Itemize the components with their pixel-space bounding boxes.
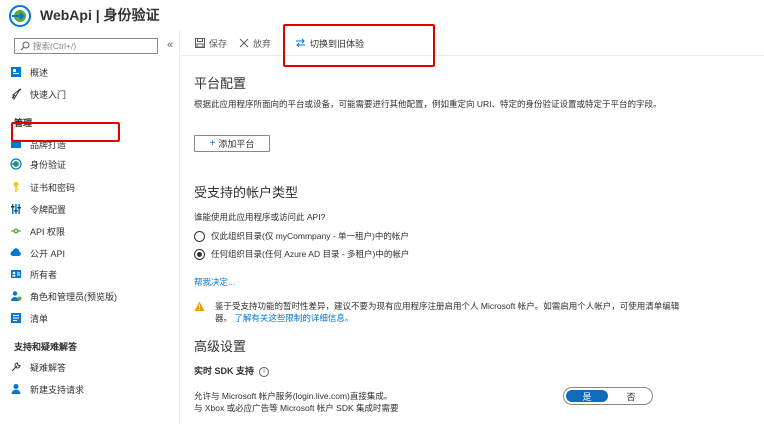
save-button[interactable]: 保存	[195, 36, 227, 50]
sidebar-item-roles-admins[interactable]: 角色和管理员(预览版)	[10, 287, 170, 305]
token-config-icon	[11, 204, 21, 214]
account-option-single-tenant[interactable]: 仅此组织目录(仅 myCommpany - 单一租户)中的帐户	[194, 230, 409, 242]
search-icon	[20, 41, 30, 51]
overview-icon	[11, 67, 21, 77]
manifest-icon	[11, 313, 21, 323]
sidebar-item-label: 快速入门	[30, 89, 67, 100]
live-sdk-support-text: 实时 SDK 支持	[194, 366, 255, 376]
key-icon	[13, 182, 19, 192]
sidebar-section-support: 支持和疑难解答	[14, 342, 78, 352]
support-person-icon	[11, 384, 21, 394]
live-sdk-toggle[interactable]: 是 否	[563, 387, 653, 405]
radio-button-checked[interactable]	[194, 248, 205, 260]
search-input[interactable]	[33, 40, 153, 52]
toggle-yes-option[interactable]: 是	[564, 388, 610, 404]
help-me-decide-link[interactable]: 帮我决定...	[194, 276, 235, 288]
sidebar-search[interactable]	[14, 38, 158, 54]
sidebar-item-label: 角色和管理员(预览版)	[30, 291, 117, 302]
add-platform-button[interactable]: + 添加平台	[194, 135, 270, 152]
sidebar-item-owners[interactable]: 所有者	[10, 265, 170, 283]
account-option-multi-tenant[interactable]: 任何组织目录(任何 Azure AD 目录 - 多租户)中的帐户	[194, 248, 409, 260]
authentication-icon	[10, 158, 22, 170]
sidebar-item-token-config[interactable]: 令牌配置	[10, 200, 170, 218]
page-title: WebApi | 身份验证	[40, 7, 160, 23]
info-icon[interactable]: i	[259, 367, 270, 377]
sidebar-item-expose-api[interactable]: 公开 API	[10, 244, 170, 262]
cloud-icon	[10, 248, 21, 256]
sdk-desc-line2: 与 Xbox 或必应广告等 Microsoft 帐户 SDK 集成时需要	[194, 403, 399, 413]
toggle-no-option[interactable]: 否	[610, 388, 652, 404]
sidebar-item-label: 新建支持请求	[30, 384, 85, 395]
sidebar-item-label: API 权限	[30, 226, 66, 237]
api-permissions-icon	[11, 228, 21, 234]
platform-config-description: 根据此应用程序所面向的平台或设备，可能需要进行其他配置，例如重定向 URI、特定…	[194, 99, 662, 109]
discard-label: 放弃	[253, 38, 272, 49]
sidebar-item-troubleshooting[interactable]: 疑难解答	[10, 358, 170, 376]
sidebar-item-quickstart[interactable]: 快速入门	[10, 85, 170, 103]
app-registration-icon	[9, 5, 31, 27]
sidebar-item-label: 令牌配置	[30, 204, 67, 215]
account-types-title: 受支持的帐户类型	[194, 185, 299, 200]
command-bar: 保存 放弃 切换到旧体验	[181, 30, 764, 56]
sidebar-item-certificates[interactable]: 证书和密码	[10, 178, 170, 196]
save-label: 保存	[209, 38, 228, 49]
sdk-desc-line1: 允许与 Microsoft 帐户服务(login.live.com)直接集成。	[194, 391, 393, 401]
wrench-icon	[11, 362, 21, 372]
owners-icon	[11, 270, 21, 278]
sidebar-item-manifest[interactable]: 清单	[10, 309, 170, 327]
sidebar-item-api-permissions[interactable]: API 权限	[10, 222, 170, 240]
warning-icon	[194, 301, 205, 311]
switch-button-highlight	[283, 24, 435, 67]
sidebar-item-new-support-request[interactable]: 新建支持请求	[10, 380, 170, 398]
sidebar-item-authentication[interactable]: 身份验证	[10, 155, 170, 173]
sidebar-item-label: 证书和密码	[30, 182, 76, 193]
sidebar-item-label: 清单	[30, 313, 49, 324]
live-sdk-support-label: 实时 SDK 支持 i	[194, 364, 270, 377]
sidebar-item-label: 疑难解答	[30, 362, 67, 373]
active-item-highlight	[11, 122, 120, 142]
add-platform-label: 添加平台	[218, 139, 255, 149]
collapse-sidebar-icon[interactable]: «	[164, 39, 176, 51]
radio-button[interactable]	[194, 230, 205, 242]
learn-more-link[interactable]: 了解有关这些限制的详细信息。	[234, 313, 353, 323]
radio-label: 仅此组织目录(仅 myCommpany - 单一租户)中的帐户	[211, 231, 409, 241]
roles-icon	[11, 291, 22, 301]
plus-icon: +	[209, 138, 216, 149]
sidebar-item-label: 概述	[30, 67, 49, 78]
platform-config-title: 平台配置	[194, 76, 247, 91]
rocket-icon	[11, 88, 22, 100]
sidebar-item-overview[interactable]: 概述	[10, 63, 170, 81]
radio-label: 任何组织目录(任何 Azure AD 目录 - 多租户)中的帐户	[211, 249, 410, 259]
discard-button[interactable]: 放弃	[239, 36, 271, 50]
sidebar-item-label: 公开 API	[30, 248, 66, 259]
advanced-settings-title: 高级设置	[194, 339, 247, 354]
close-icon	[239, 38, 249, 48]
sidebar-item-label: 所有者	[30, 269, 58, 280]
sidebar-item-label: 身份验证	[30, 159, 67, 170]
save-icon	[195, 38, 205, 48]
account-types-question: 谁能使用此应用程序或访问此 API?	[194, 212, 326, 222]
